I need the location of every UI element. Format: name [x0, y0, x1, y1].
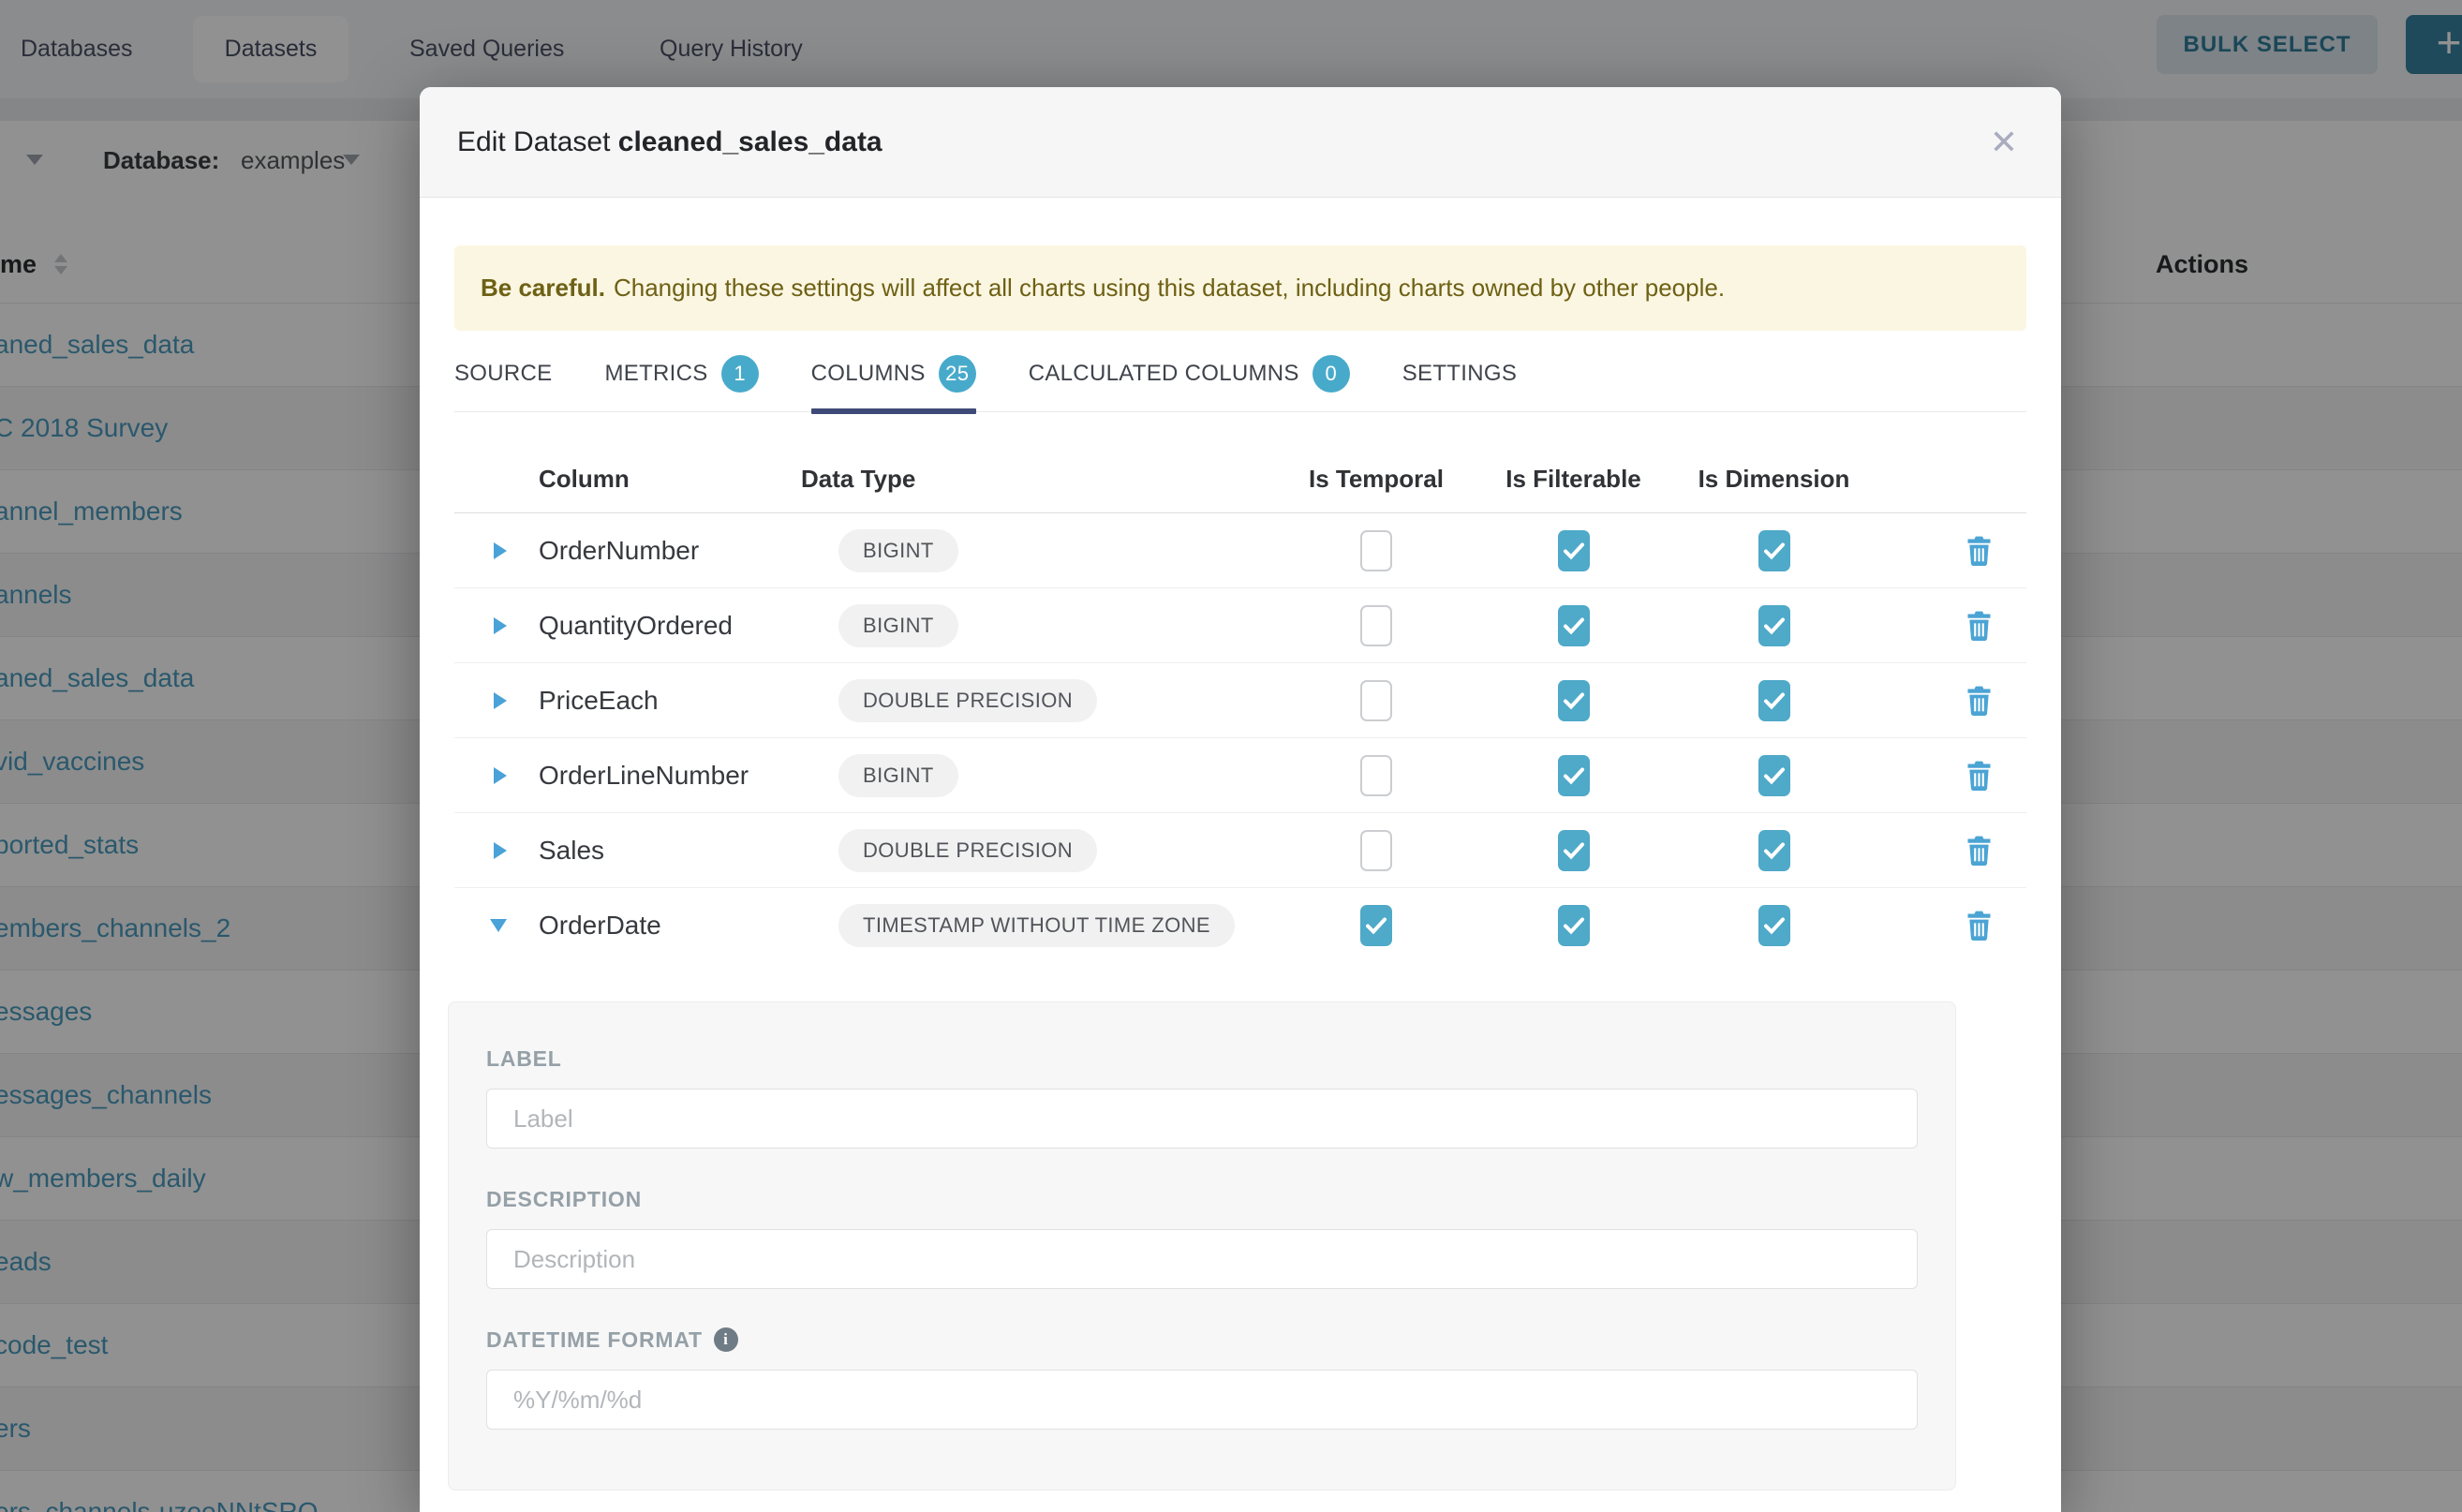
column-row: Sales DOUBLE PRECISION	[454, 813, 2026, 888]
warning-bold: Be careful.	[481, 274, 605, 303]
label-input[interactable]	[486, 1089, 1918, 1149]
datetime-format-text: DATETIME FORMAT	[486, 1327, 703, 1353]
expand-caret-icon[interactable]	[494, 617, 507, 634]
is-dimension-checkbox[interactable]	[1758, 605, 1790, 646]
tab-count-badge: 25	[939, 355, 976, 393]
is-temporal-header: Is Temporal	[1309, 465, 1444, 512]
data-type-pill: BIGINT	[838, 754, 958, 797]
is-dimension-checkbox[interactable]	[1758, 680, 1790, 721]
data-type-pill: DOUBLE PRECISION	[838, 829, 1097, 872]
column-name: OrderDate	[520, 911, 801, 941]
data-type-pill: TIMESTAMP WITHOUT TIME ZONE	[838, 904, 1235, 947]
tab-label: METRICS	[604, 361, 707, 387]
warning-banner: Be careful. Changing these settings will…	[454, 245, 2026, 331]
is-temporal-checkbox[interactable]	[1360, 755, 1392, 796]
is-filterable-header: Is Filterable	[1505, 465, 1641, 512]
info-icon[interactable]: i	[714, 1327, 738, 1352]
column-header: Column	[520, 465, 801, 512]
spacer	[1875, 494, 2026, 512]
modal-title-prefix: Edit Dataset	[457, 126, 610, 157]
columns-table-body: OrderNumber BIGINT QuantityOrdered BIGINT Pr…	[420, 513, 2061, 962]
is-dimension-checkbox[interactable]	[1758, 830, 1790, 871]
spacer	[454, 494, 520, 512]
datetime-format-field-label: DATETIME FORMAT i	[486, 1325, 1918, 1355]
modal-title: Edit Dataset cleaned_sales_data	[457, 126, 882, 158]
is-temporal-checkbox[interactable]	[1360, 530, 1392, 571]
column-name: PriceEach	[520, 686, 801, 716]
delete-column-trash-icon[interactable]	[1966, 911, 1992, 941]
column-detail-panel: LABEL DESCRIPTION DATETIME FORMAT i	[448, 1001, 1956, 1490]
delete-column-trash-icon[interactable]	[1966, 761, 1992, 791]
data-type-pill: BIGINT	[838, 529, 958, 572]
modal-tabs: SOURCE METRICS 1 COLUMNS 25 CALCULATED COLUMN…	[454, 355, 2026, 412]
is-temporal-checkbox[interactable]	[1360, 830, 1392, 871]
columns-table-header: Column Data Type Is Temporal Is Filterab…	[454, 412, 2026, 513]
tab-count-badge: 0	[1313, 355, 1350, 393]
delete-column-trash-icon[interactable]	[1966, 836, 1992, 866]
is-temporal-checkbox[interactable]	[1360, 605, 1392, 646]
edit-dataset-modal: Edit Dataset cleaned_sales_data ✕ Be car…	[420, 87, 2061, 1512]
tab-label: COLUMNS	[811, 361, 926, 387]
tab-label: CALCULATED COLUMNS	[1029, 361, 1299, 387]
is-temporal-checkbox[interactable]	[1360, 905, 1392, 946]
delete-column-trash-icon[interactable]	[1966, 686, 1992, 716]
description-input[interactable]	[486, 1229, 1918, 1289]
tab-count-badge: 1	[721, 355, 759, 393]
modal-dataset-name: cleaned_sales_data	[618, 126, 882, 157]
is-dimension-checkbox[interactable]	[1758, 530, 1790, 571]
is-filterable-checkbox[interactable]	[1558, 905, 1590, 946]
expand-caret-icon[interactable]	[494, 842, 507, 859]
data-type-header: Data Type	[801, 465, 1279, 512]
column-name: OrderLineNumber	[520, 761, 801, 791]
column-row: QuantityOrdered BIGINT	[454, 588, 2026, 663]
is-dimension-checkbox[interactable]	[1758, 755, 1790, 796]
is-filterable-checkbox[interactable]	[1558, 830, 1590, 871]
column-row: OrderLineNumber BIGINT	[454, 738, 2026, 813]
description-field-label: DESCRIPTION	[486, 1184, 1918, 1214]
datetime-format-input[interactable]	[486, 1370, 1918, 1430]
column-name: QuantityOrdered	[520, 611, 801, 641]
delete-column-trash-icon[interactable]	[1966, 536, 1992, 566]
is-filterable-checkbox[interactable]	[1558, 755, 1590, 796]
tab-label: SOURCE	[454, 361, 552, 387]
is-filterable-checkbox[interactable]	[1558, 680, 1590, 721]
screen: DatabasesDatasetsSaved QueriesQuery Hist…	[0, 0, 2462, 1512]
column-name: Sales	[520, 836, 801, 866]
collapse-caret-icon[interactable]	[490, 919, 507, 932]
tab-metrics[interactable]: METRICS 1	[604, 355, 758, 411]
data-type-pill: BIGINT	[838, 604, 958, 647]
tab-columns[interactable]: COLUMNS 25	[811, 355, 976, 411]
close-icon[interactable]: ✕	[1990, 126, 2018, 159]
tab-label: SETTINGS	[1402, 361, 1517, 387]
tab-source[interactable]: SOURCE	[454, 355, 552, 411]
is-filterable-checkbox[interactable]	[1558, 605, 1590, 646]
modal-header: Edit Dataset cleaned_sales_data ✕	[420, 87, 2061, 198]
is-filterable-checkbox[interactable]	[1558, 530, 1590, 571]
data-type-pill: DOUBLE PRECISION	[838, 679, 1097, 722]
expand-caret-icon[interactable]	[494, 767, 507, 784]
label-field-label: LABEL	[486, 1044, 1918, 1074]
is-temporal-checkbox[interactable]	[1360, 680, 1392, 721]
warning-text: Changing these settings will affect all …	[614, 274, 1725, 303]
tab-settings[interactable]: SETTINGS	[1402, 355, 1517, 411]
is-dimension-header: Is Dimension	[1698, 465, 1850, 512]
is-dimension-checkbox[interactable]	[1758, 905, 1790, 946]
column-row: OrderNumber BIGINT	[454, 513, 2026, 588]
column-name: OrderNumber	[520, 536, 801, 566]
column-row: OrderDate TIMESTAMP WITHOUT TIME ZONE	[454, 888, 2026, 962]
tab-calculated-columns[interactable]: CALCULATED COLUMNS 0	[1029, 355, 1350, 411]
expand-caret-icon[interactable]	[494, 542, 507, 559]
delete-column-trash-icon[interactable]	[1966, 611, 1992, 641]
expand-caret-icon[interactable]	[494, 692, 507, 709]
column-row: PriceEach DOUBLE PRECISION	[454, 663, 2026, 738]
